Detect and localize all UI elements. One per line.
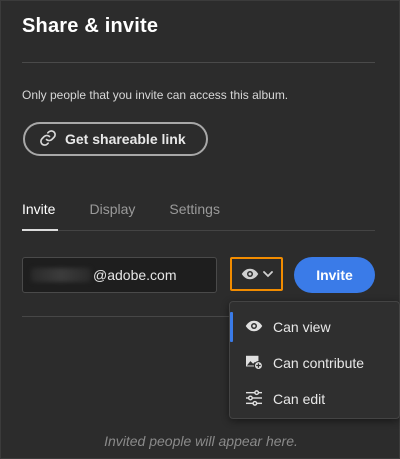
get-shareable-link-button[interactable]: Get shareable link (23, 122, 208, 156)
eye-icon (245, 319, 263, 336)
link-icon (39, 129, 57, 150)
eye-icon (241, 267, 259, 281)
email-input-value: @adobe.com (93, 267, 177, 283)
tab-settings[interactable]: Settings (169, 201, 220, 217)
get-shareable-link-label: Get shareable link (65, 131, 186, 147)
permission-dropdown-button[interactable] (230, 257, 283, 291)
menu-item-can-view[interactable]: Can view (230, 309, 399, 345)
dialog-description: Only people that you invite can access t… (22, 88, 289, 102)
empty-state-text: Invited people will appear here. (104, 433, 298, 449)
email-input[interactable]: @adobe.com (22, 257, 217, 293)
tab-baseline (22, 230, 375, 231)
menu-item-label: Can view (273, 319, 331, 335)
tab-invite[interactable]: Invite (22, 201, 55, 217)
tab-bar: Invite Display Settings (22, 201, 254, 217)
invite-button[interactable]: Invite (294, 257, 375, 293)
menu-item-can-contribute[interactable]: Can contribute (230, 345, 399, 381)
sliders-icon (245, 389, 263, 409)
tab-display[interactable]: Display (89, 201, 135, 217)
menu-item-label: Can contribute (273, 355, 365, 371)
share-invite-dialog: Share & invite Only people that you invi… (0, 0, 400, 459)
redacted-email-prefix (31, 268, 91, 282)
divider (22, 62, 375, 63)
active-tab-indicator (22, 229, 58, 231)
chevron-down-icon (262, 270, 273, 278)
add-photo-icon (245, 354, 263, 373)
menu-item-can-edit[interactable]: Can edit (230, 381, 399, 417)
menu-item-label: Can edit (273, 391, 326, 407)
dialog-title: Share & invite (22, 15, 159, 37)
permission-menu: Can view Can contribute Can edit (229, 301, 400, 419)
